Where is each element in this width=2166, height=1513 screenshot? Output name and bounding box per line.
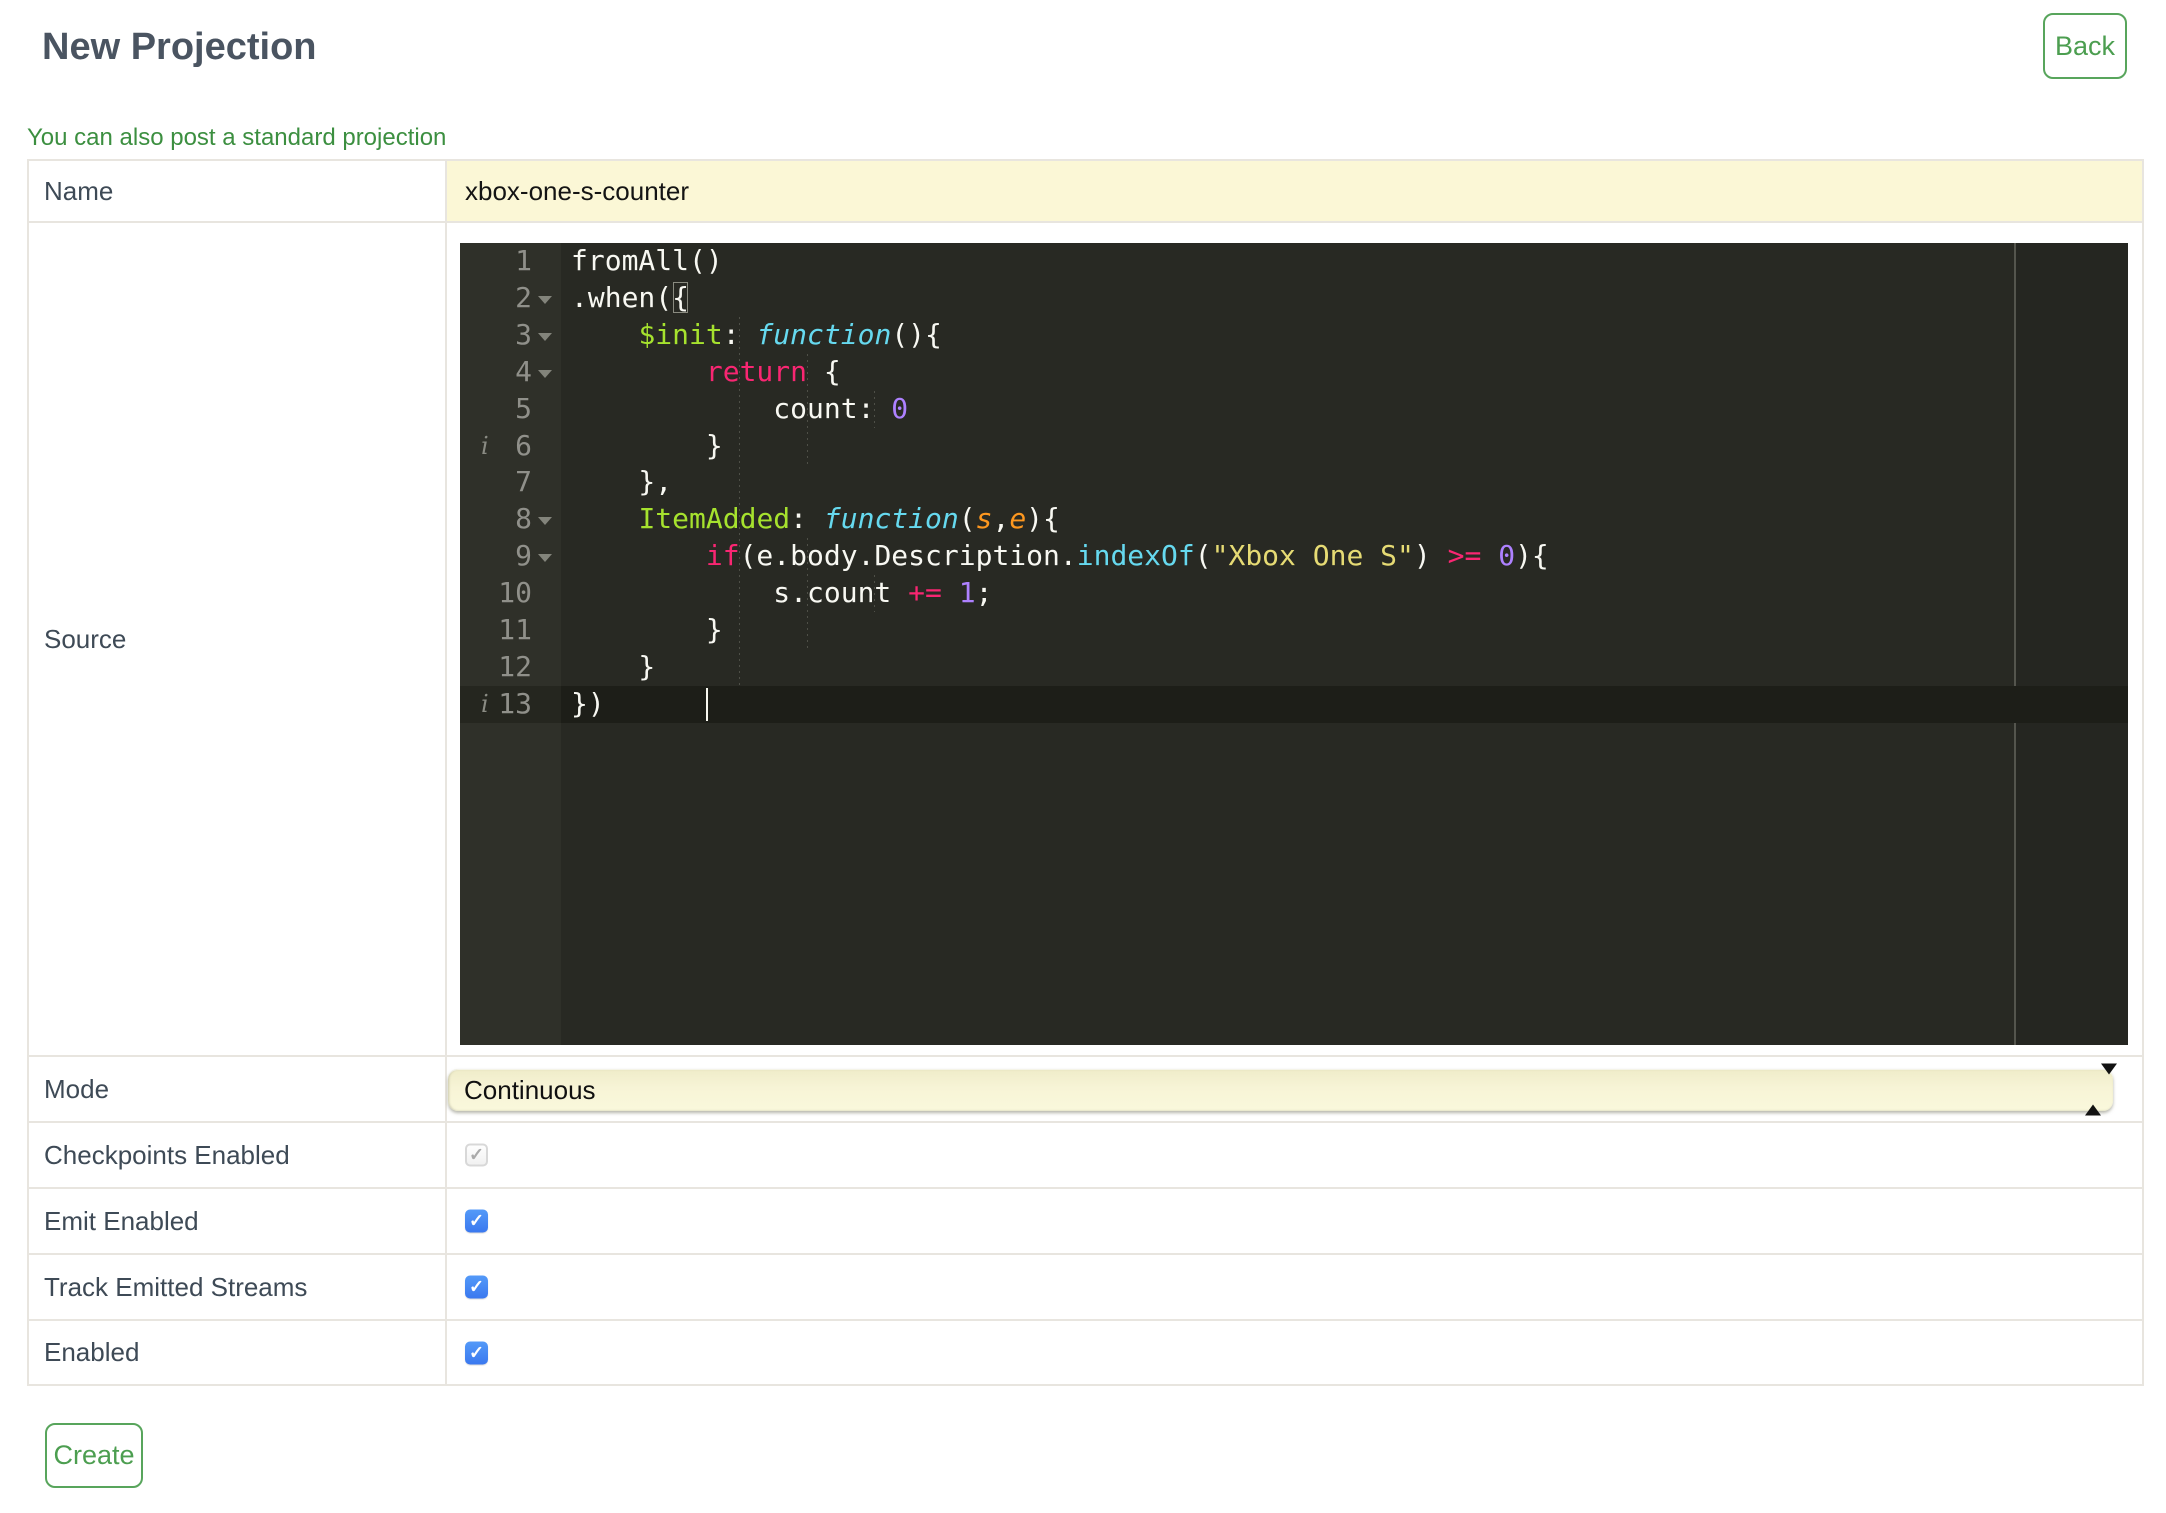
code-line[interactable]: s.count += 1; [561,575,2128,612]
track-label: Track Emitted Streams [29,1255,447,1319]
code-line[interactable]: .when({ [561,280,2128,317]
fold-caret-icon[interactable] [538,517,552,525]
track-cell [447,1255,2142,1319]
code-line[interactable]: }, [561,464,2128,501]
emit-checkbox[interactable] [465,1209,488,1233]
gutter-line-number: 3 [515,318,532,351]
name-cell [447,161,2142,221]
create-button[interactable]: Create [45,1423,143,1488]
checkpoints-row: Checkpoints Enabled [29,1121,2142,1187]
gutter-line-number: 10 [498,576,532,609]
gutter-line-number: 11 [498,613,532,646]
fold-caret-icon[interactable] [538,370,552,378]
projection-form-table: Name Source 123456i78910111213i fromAll(… [27,159,2144,1386]
checkpoints-cell [447,1123,2142,1187]
emit-cell [447,1189,2142,1253]
standard-projection-link[interactable]: You can also post a standard projection [27,124,446,152]
mode-select[interactable]: Continuous [448,1063,2117,1116]
enabled-label: Enabled [29,1321,447,1384]
editor-gutter[interactable]: 1 2 3 4 5 6 i 7 8 9 10 11 12 13 i [460,243,561,1045]
fold-caret-icon[interactable] [538,554,552,562]
code-line[interactable]: if(e.body.Description.indexOf("Xbox One … [561,538,2128,575]
gutter-line-number: 12 [498,650,532,683]
fold-caret-icon[interactable] [538,296,552,304]
gutter-line-number: 8 [515,502,532,535]
code-line[interactable]: ItemAdded: function(s,e){ [561,501,2128,538]
mode-label: Mode [29,1057,447,1121]
text-cursor [706,688,708,721]
code-line[interactable]: }) [561,686,2128,723]
gutter-line-number: 7 [515,465,532,498]
gutter-line-number: 1 [515,244,532,277]
emit-row: Emit Enabled [29,1187,2142,1253]
name-label: Name [29,161,447,221]
source-cell: 1 2 3 4 5 6 i 7 8 9 10 11 12 13 i fromAll() .when({ $in… [447,223,2142,1055]
code-line[interactable]: $init: function(){ [561,317,2128,354]
code-line[interactable]: return { [561,354,2128,391]
info-annotation-icon: i [481,690,489,718]
enabled-checkbox[interactable] [465,1341,488,1364]
gutter-line-number: 6 [515,429,532,462]
gutter-line-number: 13 [498,687,532,720]
checkpoints-checkbox[interactable] [465,1143,488,1167]
gutter-line-number: 5 [515,392,532,425]
emit-label: Emit Enabled [29,1189,447,1253]
back-button[interactable]: Back [2043,13,2127,79]
select-arrows-icon [2085,1063,2117,1116]
code-line[interactable]: } [561,649,2128,686]
mode-selected-value: Continuous [464,1074,596,1105]
name-input[interactable] [447,161,2142,221]
code-line[interactable]: fromAll() [561,243,2128,280]
code-line[interactable]: } [561,612,2128,649]
track-row: Track Emitted Streams [29,1253,2142,1319]
code-line[interactable]: count: 0 [561,391,2128,428]
page-title: New Projection [42,26,317,68]
source-editor[interactable]: 1 2 3 4 5 6 i 7 8 9 10 11 12 13 i fromAll() .when({ $in… [460,243,2128,1045]
checkpoints-label: Checkpoints Enabled [29,1123,447,1187]
enabled-cell [447,1321,2142,1384]
code-line[interactable]: } [561,428,2128,465]
source-label: Source [29,223,447,1055]
gutter-line-number: 9 [515,539,532,572]
info-annotation-icon: i [481,432,489,460]
fold-caret-icon[interactable] [538,333,552,341]
gutter-line-number: 4 [515,355,532,388]
name-row: Name [29,161,2142,221]
source-row: Source 1 2 3 4 5 6 i 7 8 9 10 11 12 13 i fromAll() .whe… [29,221,2142,1055]
editor-code-area[interactable]: fromAll() .when({ $init: function(){ retu… [561,243,2128,1045]
mode-row: Mode Continuous [29,1055,2142,1121]
mode-cell: Continuous [447,1057,2142,1121]
gutter-line-number: 2 [515,281,532,314]
track-checkbox[interactable] [465,1275,488,1299]
enabled-row: Enabled [29,1319,2142,1384]
